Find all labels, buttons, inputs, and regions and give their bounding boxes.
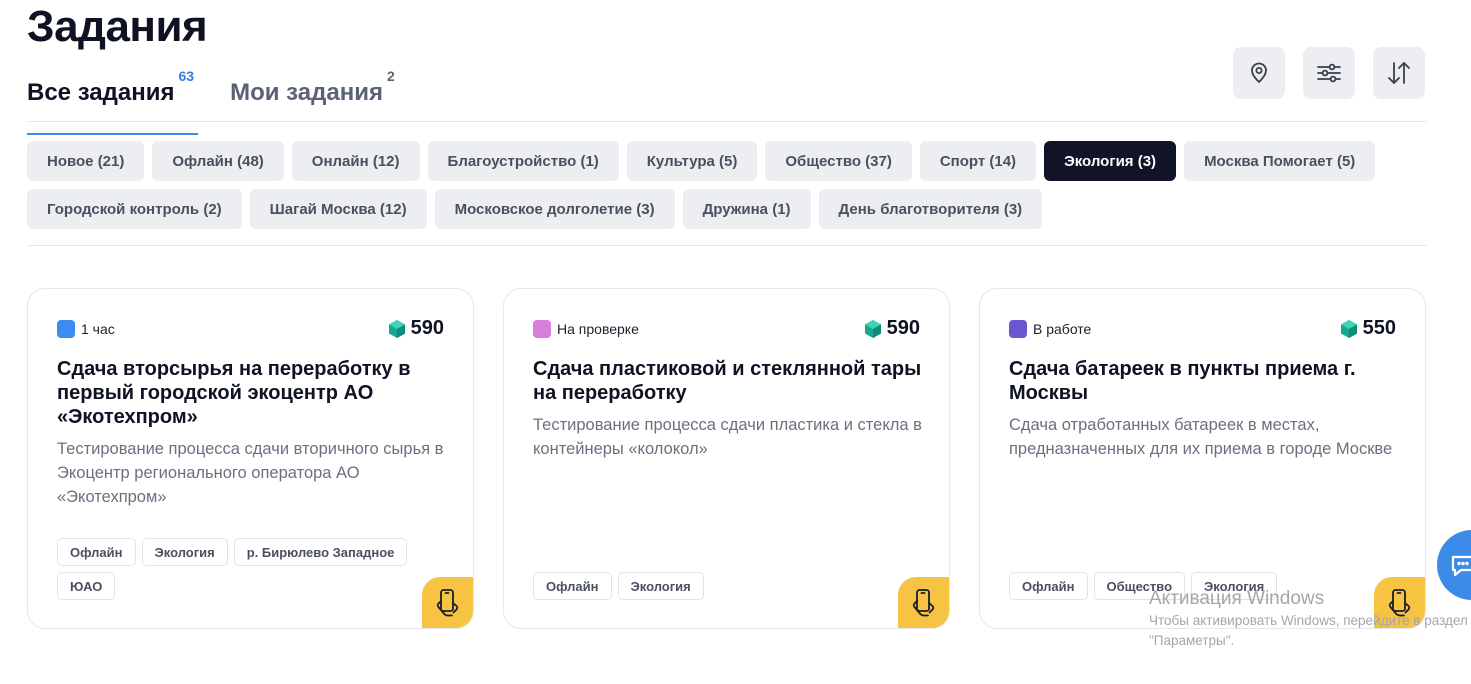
- points-value: 550: [1362, 317, 1396, 339]
- category-chip-new[interactable]: Новое (21): [27, 141, 145, 181]
- task-description: Сдача отработанных батареек в местах, пр…: [1009, 416, 1393, 458]
- task-tags: Офлайн Экология: [533, 572, 893, 600]
- task-points: 590: [388, 317, 444, 340]
- status-dot: [1009, 320, 1027, 338]
- tag: Экология: [1191, 572, 1278, 600]
- gem-icon: [388, 319, 405, 338]
- tag: Офлайн: [1009, 572, 1088, 600]
- category-chip-online[interactable]: Онлайн (12): [291, 141, 420, 181]
- task-title: Сдача батареек в пункты приема г. Москвы: [1009, 358, 1356, 404]
- sort-arrows-icon: [1388, 62, 1410, 84]
- gem-icon: [864, 319, 881, 338]
- chat-icon: [1451, 555, 1471, 577]
- category-chip-walk-moscow[interactable]: Шагай Москва (12): [249, 189, 427, 229]
- gem-icon: [1340, 319, 1357, 338]
- tab-count: 63: [178, 68, 195, 84]
- tag: Офлайн: [533, 572, 612, 600]
- task-description: Тестирование процесса сдачи вторичного с…: [57, 440, 444, 506]
- watermark-line: "Параметры".: [1149, 633, 1235, 648]
- category-chip-culture[interactable]: Культура (5): [626, 141, 758, 181]
- sort-button[interactable]: [1373, 47, 1425, 99]
- category-chip-patrol[interactable]: Дружина (1): [682, 189, 811, 229]
- status-label: В работе: [1033, 321, 1092, 337]
- tabs: Все задания63 Мои задания2: [27, 66, 395, 135]
- task-card[interactable]: В работе 550 Сдача батареек в пункты при…: [979, 288, 1426, 629]
- phone-hand-icon: [1388, 589, 1411, 617]
- category-chip-improvement[interactable]: Благоустройство (1): [427, 141, 619, 181]
- tag: р. Бирюлево Западное: [233, 538, 408, 566]
- tab-label: Мои задания: [230, 79, 383, 106]
- points-value: 590: [886, 317, 920, 339]
- chat-button[interactable]: [1437, 530, 1471, 600]
- phone-hand-icon: [912, 589, 935, 617]
- category-filters: Новое (21) Офлайн (48) Онлайн (12) Благо…: [27, 141, 1447, 229]
- filters-divider: [27, 245, 1427, 246]
- task-points: 590: [864, 317, 920, 340]
- filter-button[interactable]: [1303, 47, 1355, 99]
- category-chip-sport[interactable]: Спорт (14): [919, 141, 1037, 181]
- task-title: Сдача вторсырья на переработку в первый …: [57, 358, 411, 428]
- task-description: Тестирование процесса сдачи пластика и с…: [533, 416, 922, 458]
- task-type-badge: [1374, 577, 1425, 628]
- tag: Экология: [141, 538, 228, 566]
- tab-my-tasks[interactable]: Мои задания2: [230, 66, 395, 133]
- points-value: 590: [410, 317, 444, 339]
- location-button[interactable]: [1233, 47, 1285, 99]
- status-label: 1 час: [81, 321, 115, 337]
- task-points: 550: [1340, 317, 1396, 340]
- task-status: В работе: [1009, 320, 1091, 338]
- task-card[interactable]: На проверке 590 Сдача пластиковой и стек…: [503, 288, 950, 629]
- status-dot: [57, 320, 75, 338]
- page-title: Задания: [27, 2, 208, 51]
- tab-count: 2: [386, 68, 395, 84]
- task-status: 1 час: [57, 320, 115, 338]
- status-label: На проверке: [557, 321, 639, 337]
- task-title: Сдача пластиковой и стеклянной тары на п…: [533, 358, 922, 404]
- tab-label: Все задания: [27, 79, 175, 106]
- category-chip-charity-day[interactable]: День благотворителя (3): [818, 189, 1043, 229]
- tag: ЮАО: [57, 572, 116, 600]
- task-tags: Офлайн Общество Экология: [1009, 572, 1369, 600]
- tag: Офлайн: [57, 538, 136, 566]
- status-dot: [533, 320, 551, 338]
- category-chip-moscow-helps[interactable]: Москва Помогает (5): [1184, 141, 1376, 181]
- tab-all-tasks[interactable]: Все задания63: [27, 66, 199, 135]
- task-card[interactable]: 1 час 590 Сдача вторсырья на переработку…: [27, 288, 474, 629]
- location-pin-icon: [1251, 62, 1267, 83]
- category-chip-offline[interactable]: Офлайн (48): [152, 141, 284, 181]
- category-chip-ecology[interactable]: Экология (3): [1044, 141, 1177, 181]
- category-chip-society[interactable]: Общество (37): [765, 141, 912, 181]
- category-chip-longevity[interactable]: Московское долголетие (3): [434, 189, 675, 229]
- phone-hand-icon: [436, 589, 459, 617]
- tag: Экология: [617, 572, 704, 600]
- task-type-badge: [898, 577, 949, 628]
- filter-sliders-icon: [1317, 63, 1341, 83]
- task-status: На проверке: [533, 320, 639, 338]
- tag: Общество: [1093, 572, 1186, 600]
- task-tags: Офлайн Экология р. Бирюлево Западное ЮАО: [57, 538, 417, 600]
- tabs-divider: [27, 121, 1427, 122]
- task-type-badge: [422, 577, 473, 628]
- category-chip-city-control[interactable]: Городской контроль (2): [27, 189, 242, 229]
